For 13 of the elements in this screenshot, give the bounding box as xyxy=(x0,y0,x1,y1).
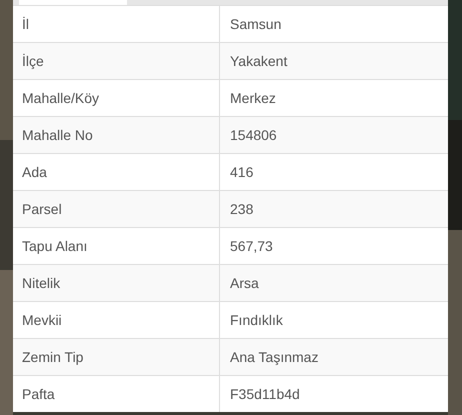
table-cell-text: 567,73 xyxy=(229,236,274,256)
table-cell-text: Samsun xyxy=(229,14,282,34)
table-cell-text: Yakakent xyxy=(229,52,288,70)
table-cell-text: F35d11b4d xyxy=(229,384,301,404)
table-cell-text: 416 xyxy=(229,162,254,182)
table-cell-text: 154806 xyxy=(229,126,278,144)
tab[interactable] xyxy=(19,0,127,5)
table-cell-text: Merkez xyxy=(229,88,277,108)
table-cell-text: Fındıklık xyxy=(229,310,284,330)
table-cell-text: Ana Taşınmaz xyxy=(229,348,320,367)
table-cell: Pafta xyxy=(13,376,220,412)
table-cell-text: Arsa xyxy=(229,274,260,292)
table-cell-text: 238 xyxy=(229,200,254,218)
